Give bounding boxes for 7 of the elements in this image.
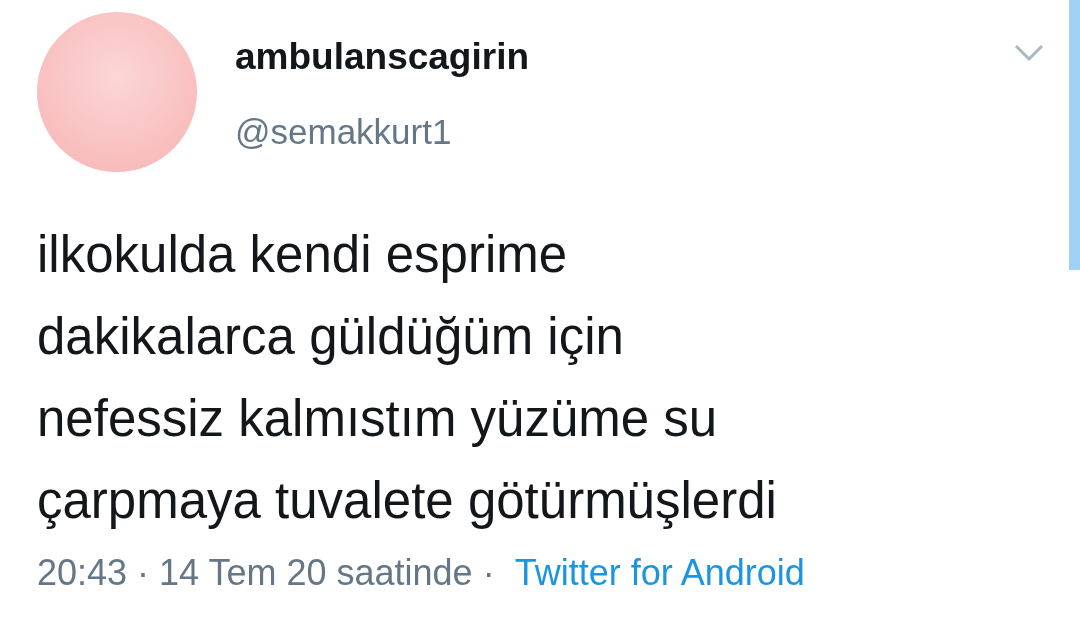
tweet-timestamp: 20:43 · 14 Tem 20 saatinde · — [37, 552, 495, 593]
scrollbar[interactable] — [1069, 0, 1080, 270]
display-name[interactable]: ambulanscagirin — [235, 36, 1014, 78]
user-handle[interactable]: @semakkurt1 — [235, 112, 1014, 152]
tweet-text: ilkokulda kendi esprime dakikalarca güldüğüm için nefessiz kalmıstım yüzüme su çarpmaya tuvalete götürmüşlerdi — [37, 225, 778, 531]
chevron-icon[interactable] — [1014, 44, 1044, 62]
source-link[interactable]: Twitter for Android — [514, 552, 805, 593]
